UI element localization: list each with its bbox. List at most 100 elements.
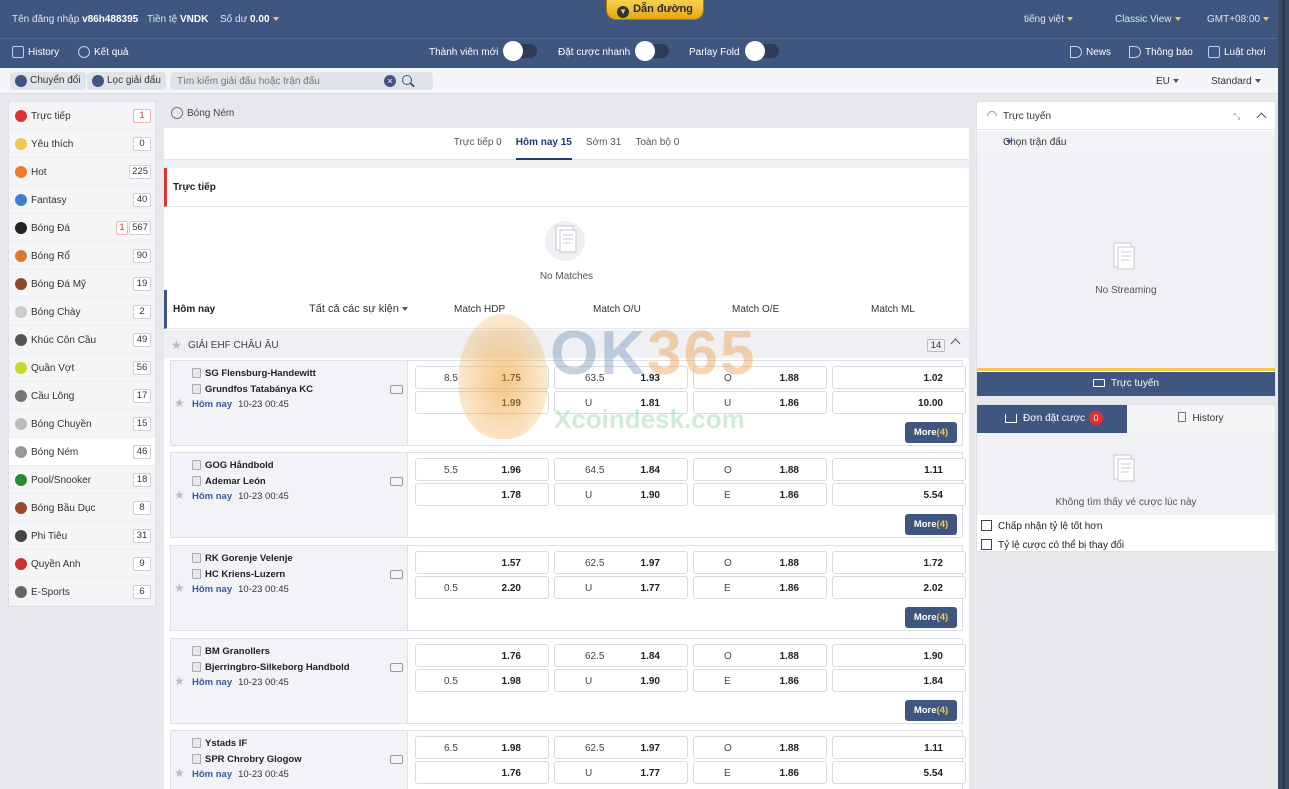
sidebar-item[interactable]: Bóng Chày 2 xyxy=(9,298,155,326)
balance-info[interactable]: Số dư 0.00 xyxy=(220,14,279,25)
chevron-up-icon[interactable] xyxy=(1256,112,1267,123)
scrollbar[interactable] xyxy=(1282,0,1285,789)
odds-button[interactable]: 62.5 1.97 xyxy=(554,736,688,759)
more-markets-button[interactable]: More(4) xyxy=(905,700,957,721)
star-icon[interactable]: ★ xyxy=(174,674,185,688)
toggle-switch[interactable] xyxy=(744,41,779,61)
odds-button[interactable]: 2.02 xyxy=(832,576,966,599)
tv-icon[interactable] xyxy=(390,477,403,486)
odds-button[interactable]: 5.5 1.96 xyxy=(415,458,549,481)
match-select[interactable]: Chọn trận đấu xyxy=(977,131,1275,153)
sidebar-item[interactable]: Bóng Bầu Dục 8 xyxy=(9,494,155,522)
filter-league-button[interactable]: Lọc giải đấu xyxy=(87,72,166,90)
star-icon[interactable]: ★ xyxy=(174,766,185,780)
history-link[interactable]: History xyxy=(12,46,59,58)
odds-button[interactable]: 8.5 1.75 xyxy=(415,366,549,389)
star-icon[interactable]: ★ xyxy=(174,581,185,595)
tab-bet-slip[interactable]: Đơn đặt cược 0 xyxy=(977,405,1127,433)
toggle-switch[interactable] xyxy=(635,41,670,61)
more-markets-button[interactable]: More(4) xyxy=(905,422,957,443)
odds-button[interactable]: O 1.88 xyxy=(693,736,827,759)
quick-bet-toggle[interactable]: Đặt cược nhanh xyxy=(558,41,670,61)
odds-button[interactable]: 1.72 xyxy=(832,551,966,574)
view-mode-select[interactable]: Standard xyxy=(1211,76,1261,87)
view-select[interactable]: Classic View xyxy=(1115,14,1181,25)
sidebar-item[interactable]: Khúc Côn Cầu 49 xyxy=(9,326,155,354)
chevron-up-icon[interactable] xyxy=(950,338,961,349)
tab-history[interactable]: History xyxy=(1127,405,1275,433)
checkbox[interactable] xyxy=(981,520,992,531)
parlay-fold-toggle[interactable]: Parlay Fold xyxy=(689,41,779,61)
odds-button[interactable]: 63.5 1.93 xyxy=(554,366,688,389)
odds-button[interactable]: 1.99 xyxy=(415,391,549,414)
sidebar-item[interactable]: Bóng Đá Mỹ 19 xyxy=(9,270,155,298)
tab-all[interactable]: Toàn bộ 0 xyxy=(635,128,679,158)
notice-link[interactable]: Thông báo xyxy=(1129,46,1193,58)
tab-live[interactable]: Trực tiếp 0 xyxy=(454,128,502,158)
odds-button[interactable]: 1.84 xyxy=(832,669,966,692)
checkbox[interactable] xyxy=(981,539,992,550)
odds-button[interactable]: U 1.90 xyxy=(554,483,688,506)
odds-button[interactable]: E 1.86 xyxy=(693,761,827,784)
odds-button[interactable]: 64.5 1.84 xyxy=(554,458,688,481)
odds-button[interactable]: U 1.81 xyxy=(554,391,688,414)
star-icon[interactable]: ★ xyxy=(174,488,185,502)
more-markets-button[interactable]: More(4) xyxy=(905,514,957,535)
sidebar-item[interactable]: Phi Tiêu 31 xyxy=(9,522,155,550)
odds-button[interactable]: 10.00 xyxy=(832,391,966,414)
search-input[interactable] xyxy=(177,74,377,88)
rules-link[interactable]: Luật chơi xyxy=(1208,46,1266,58)
odds-button[interactable]: 0.5 1.98 xyxy=(415,669,549,692)
odds-button[interactable]: E 1.86 xyxy=(693,483,827,506)
odds-button[interactable]: 1.76 xyxy=(415,644,549,667)
sidebar-item[interactable]: Trực tiếp 1 xyxy=(9,102,155,130)
news-link[interactable]: News xyxy=(1070,46,1111,58)
sidebar-item[interactable]: Hot 225 xyxy=(9,158,155,186)
odds-button[interactable]: E 1.86 xyxy=(693,576,827,599)
star-icon[interactable]: ★ xyxy=(174,396,185,410)
odds-button[interactable]: 1.11 xyxy=(832,736,966,759)
odds-button[interactable]: 1.02 xyxy=(832,366,966,389)
odds-button[interactable]: 5.54 xyxy=(832,483,966,506)
event-filter-select[interactable]: Tất cả các sự kiện xyxy=(309,303,408,315)
sidebar-item[interactable]: Bóng Rổ 90 xyxy=(9,242,155,270)
minimize-icon[interactable]: ⤡ xyxy=(1233,111,1240,122)
new-member-toggle[interactable]: Thành viên mới xyxy=(429,41,538,61)
tv-icon[interactable] xyxy=(390,663,403,672)
sidebar-item[interactable]: Cầu Lông 17 xyxy=(9,382,155,410)
odds-button[interactable]: O 1.88 xyxy=(693,551,827,574)
odds-button[interactable]: U 1.77 xyxy=(554,761,688,784)
odds-button[interactable]: 62.5 1.97 xyxy=(554,551,688,574)
toggle-switch[interactable] xyxy=(503,41,538,61)
guide-button[interactable]: ▼ Dẫn đường xyxy=(606,0,704,20)
language-select[interactable]: tiếng việt xyxy=(1024,14,1074,25)
league-header[interactable]: ★ GIẢI EHF CHÂU ÂU 14 xyxy=(164,330,969,358)
odds-button[interactable]: 62.5 1.84 xyxy=(554,644,688,667)
more-markets-button[interactable]: More(4) xyxy=(905,607,957,628)
sidebar-item[interactable]: Quần Vợt 56 xyxy=(9,354,155,382)
tv-icon[interactable] xyxy=(390,570,403,579)
tab-today[interactable]: Hôm nay 15 xyxy=(515,128,572,160)
sidebar-item[interactable]: Bóng Ném 46 xyxy=(9,438,155,466)
sidebar-item[interactable]: Bóng Đá 567 1 xyxy=(9,214,155,242)
tv-icon[interactable] xyxy=(390,755,403,764)
odds-change-checkbox[interactable]: Tỷ lệ cược có thể bị thay đổi xyxy=(981,539,1124,551)
sidebar-item[interactable]: Fantasy 40 xyxy=(9,186,155,214)
sidebar-item[interactable]: Bóng Chuyền 15 xyxy=(9,410,155,438)
switch-button[interactable]: Chuyển đổi xyxy=(10,72,86,90)
odds-button[interactable]: 0.5 2.20 xyxy=(415,576,549,599)
tab-early[interactable]: Sớm 31 xyxy=(586,128,621,158)
odds-format-select[interactable]: EU xyxy=(1156,76,1179,87)
odds-button[interactable]: 1.76 xyxy=(415,761,549,784)
odds-button[interactable]: O 1.88 xyxy=(693,458,827,481)
accept-better-odds-checkbox[interactable]: Chấp nhận tỷ lệ tốt hơn xyxy=(981,520,1102,532)
sidebar-item[interactable]: Quyền Anh 9 xyxy=(9,550,155,578)
live-stream-button[interactable]: Trực tuyến xyxy=(977,372,1275,396)
odds-button[interactable]: U 1.86 xyxy=(693,391,827,414)
search-icon[interactable] xyxy=(402,75,412,85)
sidebar-item[interactable]: Yêu thích 0 xyxy=(9,130,155,158)
odds-button[interactable]: 1.90 xyxy=(832,644,966,667)
timezone-select[interactable]: GMT+08:00 xyxy=(1207,14,1270,25)
odds-button[interactable]: 5.54 xyxy=(832,761,966,784)
odds-button[interactable]: 1.78 xyxy=(415,483,549,506)
